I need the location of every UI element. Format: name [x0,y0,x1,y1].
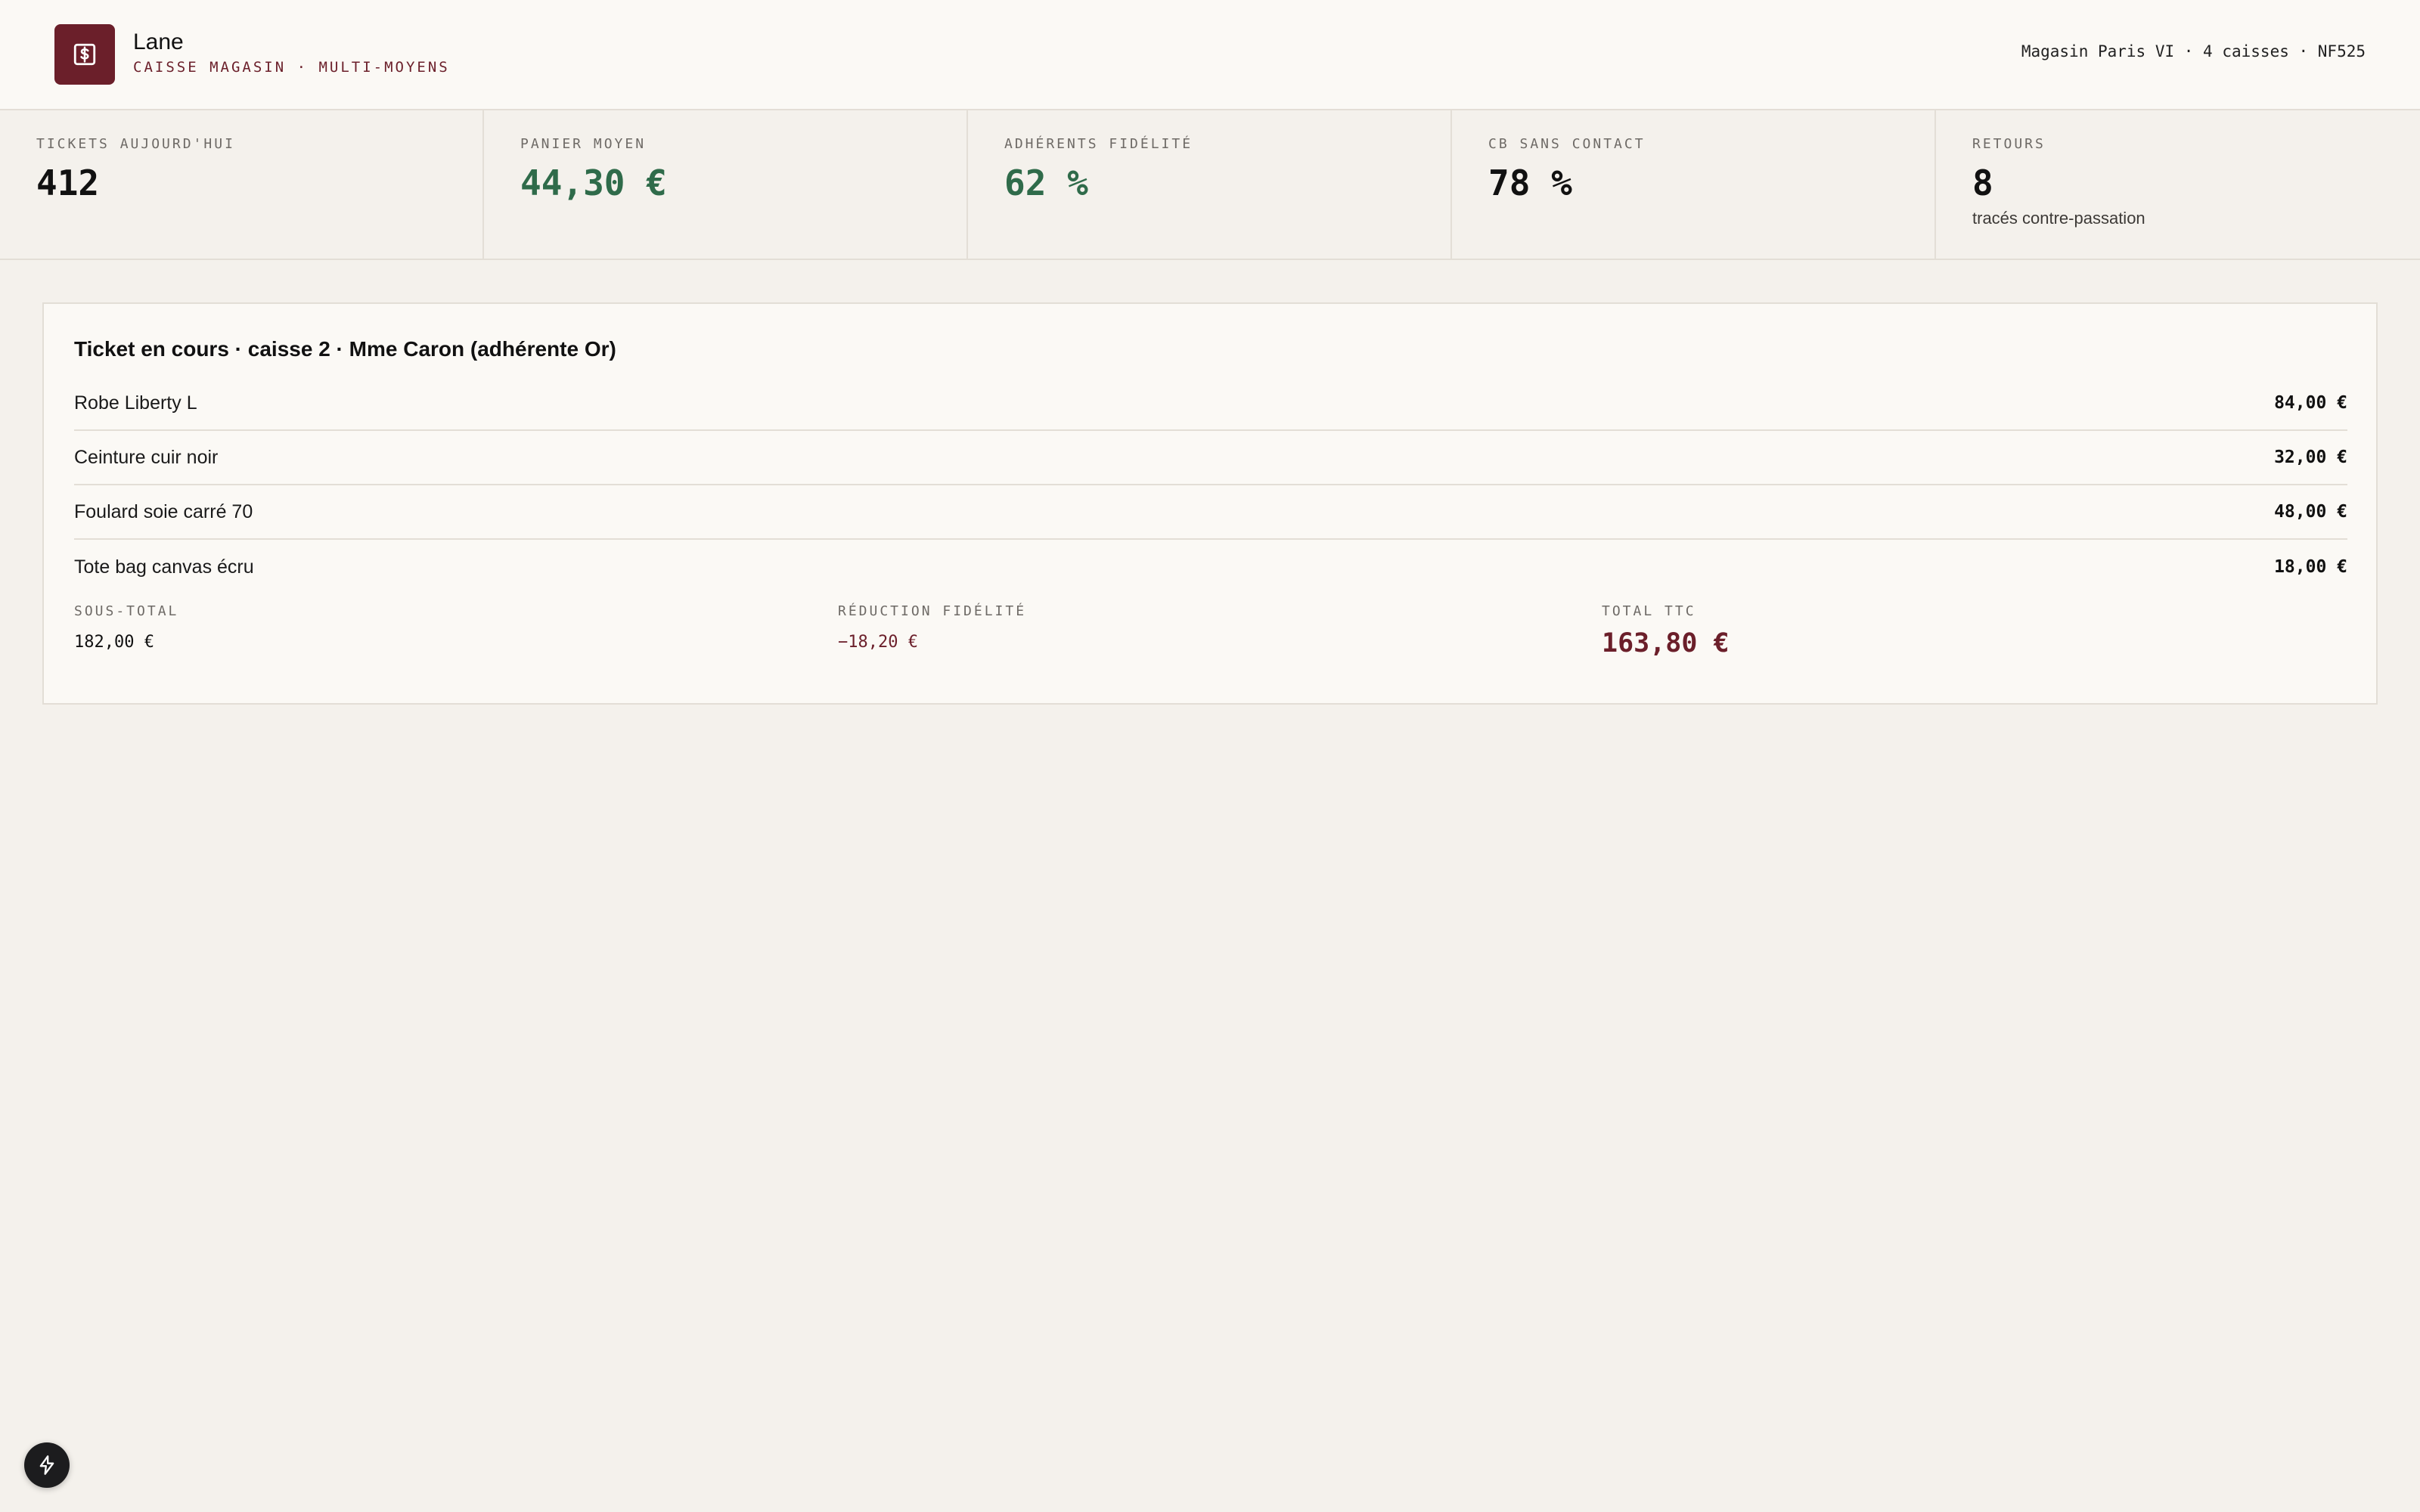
kpi-value: 62 % [1004,163,1088,203]
kpi-label: PANIER MOYEN [520,136,647,152]
kpi-tickets-today: TICKETS AUJOURD'HUI 412 [0,110,484,259]
kpi-bar: TICKETS AUJOURD'HUI 412 PANIER MOYEN 44,… [0,110,2420,260]
discount-value: −18,20 € [838,633,918,652]
kpi-label: TICKETS AUJOURD'HUI [36,136,235,152]
ticket-title: Ticket en cours · caisse 2 · Mme Caron (… [74,337,616,361]
loyalty-discount: RÉDUCTION FIDÉLITÉ −18,20 € [838,603,1026,652]
subtotal-label: SOUS-TOTAL [74,603,179,619]
quick-action-button[interactable] [24,1442,70,1488]
item-price: 48,00 € [2274,502,2347,522]
item-name: Tote bag canvas écru [74,556,254,578]
subtotal-value: 182,00 € [74,633,154,652]
kpi-average-basket: PANIER MOYEN 44,30 € [484,110,968,259]
lightning-icon [39,1455,54,1475]
kpi-contactless: CB SANS CONTACT 78 % [1452,110,1936,259]
app-header: Lane CAISSE MAGASIN · MULTI-MOYENS Magas… [0,0,2420,110]
ticket-line-item[interactable]: Foulard soie carré 70 48,00 € [74,485,2347,540]
kpi-value: 412 [36,163,100,203]
total-value: 163,80 € [1602,628,1730,658]
item-price: 32,00 € [2274,448,2347,467]
ticket-totals: SOUS-TOTAL 182,00 € RÉDUCTION FIDÉLITÉ −… [74,603,2347,686]
item-price: 84,00 € [2274,393,2347,413]
item-name: Ceinture cuir noir [74,446,219,468]
current-ticket-card: Ticket en cours · caisse 2 · Mme Caron (… [42,302,2378,705]
brand-logo [54,24,115,85]
item-name: Foulard soie carré 70 [74,500,253,522]
kpi-loyalty-members: ADHÉRENTS FIDÉLITÉ 62 % [968,110,1452,259]
kpi-label: CB SANS CONTACT [1488,136,1646,152]
kpi-note: tracés contre-passation [1972,209,2145,228]
kpi-value: 78 % [1488,163,1572,203]
ticket-line-item[interactable]: Ceinture cuir noir 32,00 € [74,431,2347,485]
brand-name: Lane [133,29,184,54]
ticket-line-item[interactable]: Robe Liberty L 84,00 € [74,376,2347,431]
brand-subtitle: CAISSE MAGASIN · MULTI-MOYENS [133,59,450,76]
total-label: TOTAL TTC [1602,603,1696,619]
kpi-label: RETOURS [1972,136,2046,152]
store-info: Magasin Paris VI · 4 caisses · NF525 [2021,42,2366,60]
ticket-line-item[interactable]: Tote bag canvas écru 18,00 € [74,540,2347,594]
item-name: Robe Liberty L [74,392,197,414]
ticket-line-items: Robe Liberty L 84,00 € Ceinture cuir noi… [74,376,2347,594]
kpi-returns: RETOURS 8 tracés contre-passation [1936,110,2420,259]
dollar-receipt-icon [73,43,96,66]
item-price: 18,00 € [2274,557,2347,577]
kpi-value: 8 [1972,163,1993,203]
subtotal: SOUS-TOTAL 182,00 € [74,603,178,652]
discount-label: RÉDUCTION FIDÉLITÉ [838,603,1027,619]
kpi-value: 44,30 € [520,163,667,203]
kpi-label: ADHÉRENTS FIDÉLITÉ [1004,136,1193,152]
grand-total: TOTAL TTC 163,80 € [1602,603,1730,658]
